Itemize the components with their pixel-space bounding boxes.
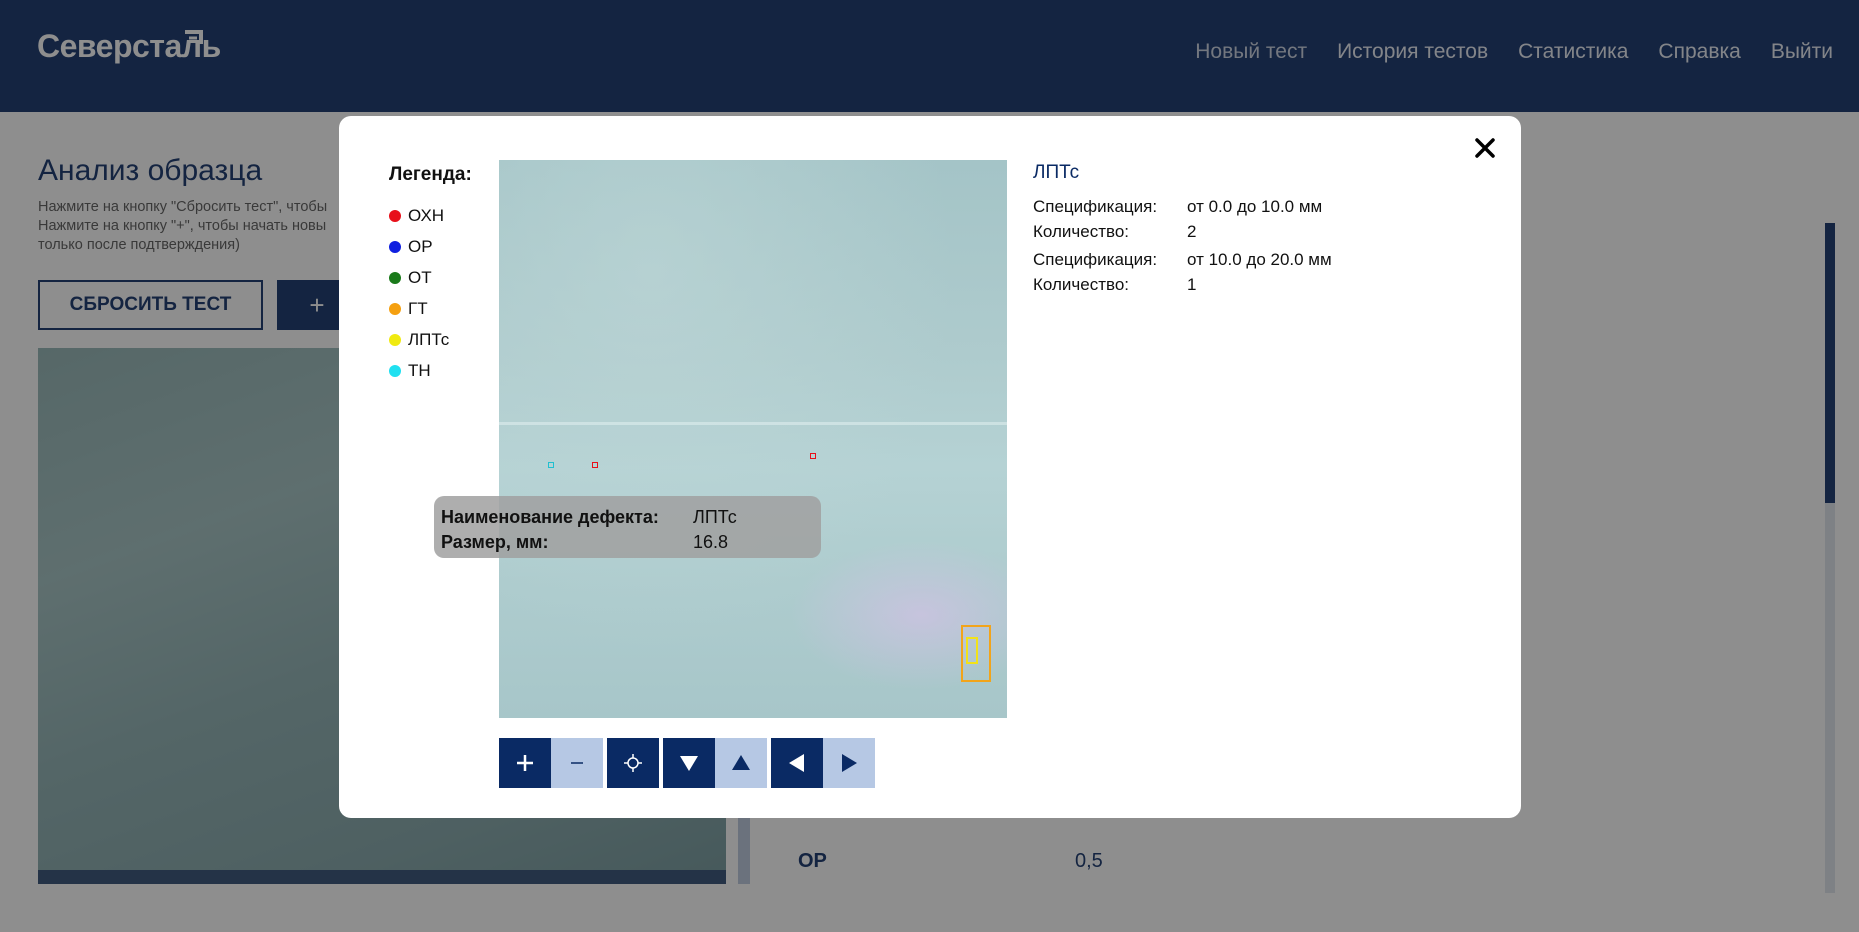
count-key: Количество: xyxy=(1033,222,1130,241)
legend-dot xyxy=(389,333,401,346)
tooltip-size-key: Размер, мм: xyxy=(441,532,549,552)
tooltip-name-key: Наименование дефекта: xyxy=(441,507,659,527)
defect-marker-ohn[interactable] xyxy=(592,462,598,468)
zoom-in-button[interactable] xyxy=(499,738,551,788)
move-right-button[interactable] xyxy=(823,738,875,788)
defect-tooltip: Наименование дефекта: ЛПТс Размер, мм: 1… xyxy=(434,496,821,558)
surface-streak xyxy=(499,422,1007,425)
defect-image-viewer[interactable] xyxy=(499,160,1007,718)
move-up-button[interactable] xyxy=(715,738,767,788)
legend-item: ГТ xyxy=(389,293,449,324)
legend-dot xyxy=(389,271,401,284)
legend-item: ЛПТс xyxy=(389,324,449,355)
spec-value: от 10.0 до 20.0 мм xyxy=(1187,250,1332,269)
reset-view-button[interactable] xyxy=(607,738,659,788)
legend-title: Легенда: xyxy=(389,164,472,185)
legend-label: ОХН xyxy=(408,205,445,225)
legend-list: ОХН ОР ОТ ГТ ЛПТс ТН xyxy=(389,200,449,386)
spec-key: Спецификация: xyxy=(1033,197,1158,216)
defect-modal: Легенда: ОХН ОР ОТ ГТ ЛПТс ТН Наименован… xyxy=(339,116,1521,818)
legend-item: ОТ xyxy=(389,262,449,293)
legend-item: ТН xyxy=(389,355,449,386)
zoom-out-button[interactable] xyxy=(551,738,603,788)
defect-bbox-lpts[interactable] xyxy=(966,637,978,664)
image-toolbar xyxy=(499,738,875,788)
legend-label: ОТ xyxy=(408,267,432,287)
legend-label: ТН xyxy=(408,360,431,380)
count-value: 1 xyxy=(1187,275,1197,294)
legend-label: ЛПТс xyxy=(408,329,450,349)
move-down-button[interactable] xyxy=(663,738,715,788)
crosshair-icon xyxy=(624,754,642,772)
legend-label: ОР xyxy=(408,236,433,256)
triangle-right-icon xyxy=(842,754,857,772)
move-left-button[interactable] xyxy=(771,738,823,788)
legend-item: ОХН xyxy=(389,200,449,231)
tooltip-size-value: 16.8 xyxy=(693,532,729,552)
legend-dot xyxy=(389,209,401,222)
plus-icon xyxy=(517,755,533,771)
spec-key: Спецификация: xyxy=(1033,250,1158,269)
defect-info-panel: ЛПТс Спецификация: от 0.0 до 10.0 мм Кол… xyxy=(1033,162,1332,300)
count-value: 2 xyxy=(1187,222,1197,241)
minus-icon xyxy=(571,762,583,764)
triangle-up-icon xyxy=(732,755,750,770)
legend-label: ГТ xyxy=(408,298,428,318)
legend-item: ОР xyxy=(389,231,449,262)
tooltip-name-value: ЛПТс xyxy=(693,507,737,527)
defect-marker-th[interactable] xyxy=(548,462,554,468)
spec-group: Спецификация: от 10.0 до 20.0 мм Количес… xyxy=(1033,247,1332,297)
triangle-left-icon xyxy=(789,754,804,772)
count-key: Количество: xyxy=(1033,275,1130,294)
legend-dot xyxy=(389,364,401,377)
defect-marker-ohn[interactable] xyxy=(810,453,816,459)
triangle-down-icon xyxy=(680,756,698,771)
legend-dot xyxy=(389,240,401,253)
legend-dot xyxy=(389,302,401,315)
defect-type-title: ЛПТс xyxy=(1033,162,1080,183)
close-icon[interactable] xyxy=(1471,134,1499,162)
spec-group: Спецификация: от 0.0 до 10.0 мм Количест… xyxy=(1033,194,1332,244)
spec-value: от 0.0 до 10.0 мм xyxy=(1187,197,1323,216)
